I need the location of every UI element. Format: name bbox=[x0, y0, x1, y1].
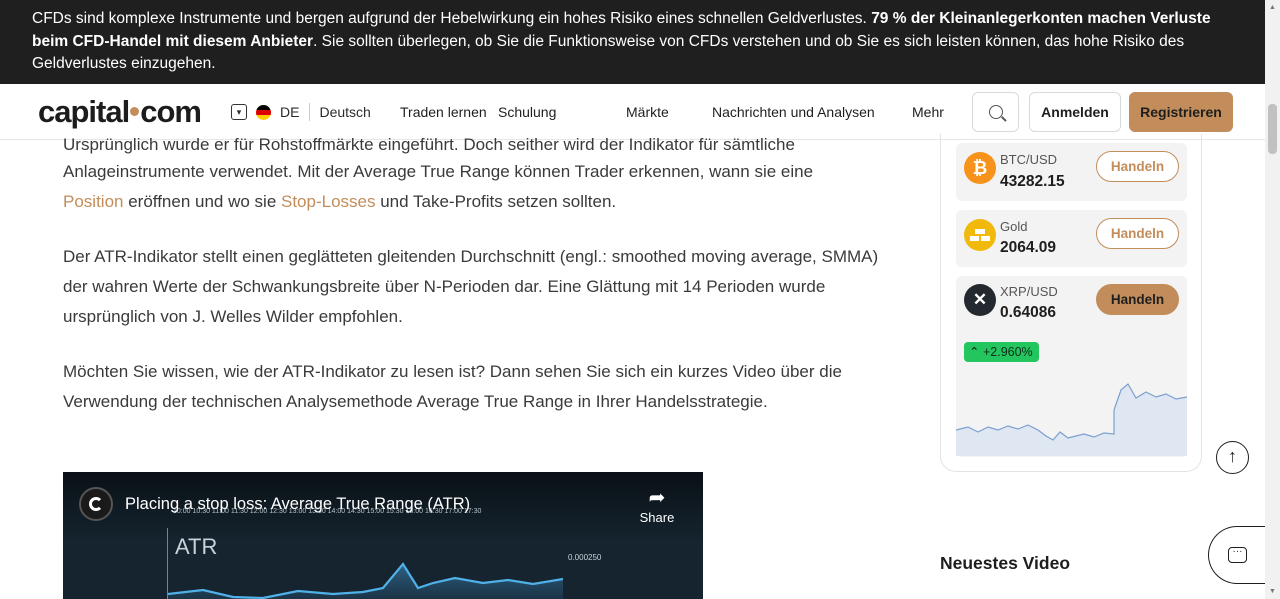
nav-traden-lernen[interactable]: Traden lernen bbox=[400, 104, 487, 120]
video-chart-label: ATR bbox=[175, 534, 218, 559]
search-icon-handle bbox=[1001, 116, 1007, 122]
language-selector[interactable]: ▾ DE Deutsch bbox=[231, 103, 371, 121]
market-price: 2064.09 bbox=[1000, 239, 1057, 256]
paragraph-text: Anlageinstrumente verwendet. Mit der Ave… bbox=[63, 162, 814, 181]
share-button[interactable]: ➦ Share bbox=[639, 486, 675, 525]
video-player[interactable]: 10:00 10:30 11:00 11:30 12:00 12:30 13:0… bbox=[63, 472, 703, 599]
market-name: BTC/USD bbox=[1000, 152, 1058, 167]
market-card-xrpusd[interactable]: ✕ XRP/USD 0.64086 Handeln ⌃ +2.960% bbox=[956, 276, 1187, 457]
risk-warning-banner: CFDs sind komplexe Instrumente und berge… bbox=[0, 0, 1265, 84]
trade-button-btcusd[interactable]: Handeln bbox=[1096, 151, 1179, 182]
logo-dot bbox=[130, 106, 140, 116]
video-title[interactable]: Placing a stop loss: Average True Range … bbox=[125, 495, 470, 514]
nav-maerkte[interactable]: Märkte bbox=[626, 104, 669, 120]
logo-text: com bbox=[140, 94, 202, 129]
share-icon: ➦ bbox=[648, 487, 666, 509]
article-clipped-line: Ursprünglich wurde er für Rohstoffmärkte… bbox=[63, 135, 795, 154]
scroll-up-icon[interactable]: ▲ bbox=[1269, 4, 1276, 11]
chat-icon: ··· bbox=[1228, 547, 1247, 563]
article-paragraph-1: Anlageinstrumente verwendet. Mit der Ave… bbox=[63, 157, 903, 217]
bitcoin-icon: ₿ bbox=[964, 152, 996, 184]
xrp-sparkline-chart bbox=[956, 383, 1187, 456]
gold-bars-icon bbox=[964, 219, 996, 251]
page-scrollbar[interactable]: ▲ ▼ bbox=[1265, 0, 1280, 599]
nav-schulung[interactable]: Schulung bbox=[498, 104, 556, 120]
link-position[interactable]: Position bbox=[63, 192, 123, 211]
risk-warning-text: CFDs sind komplexe Instrumente und berge… bbox=[32, 8, 1212, 76]
latest-video-heading: Neuestes Video bbox=[940, 553, 1071, 573]
trade-button-xrpusd[interactable]: Handeln bbox=[1096, 284, 1179, 315]
channel-logo-icon[interactable] bbox=[79, 487, 113, 521]
chevron-up-icon: ⌃ bbox=[969, 345, 980, 359]
trade-button-gold[interactable]: Handeln bbox=[1096, 218, 1179, 249]
price-change-value: +2.960% bbox=[982, 345, 1033, 359]
article-paragraph-2: Der ATR-Indikator stellt einen geglättet… bbox=[63, 247, 879, 326]
capital-com-logo[interactable]: capital com bbox=[38, 94, 202, 130]
market-card-gold[interactable]: Gold 2064.09 Handeln bbox=[956, 210, 1187, 267]
link-stop-losses[interactable]: Stop-Losses bbox=[281, 192, 376, 211]
nav-mehr[interactable]: Mehr bbox=[912, 104, 944, 120]
scrollbar-thumb[interactable] bbox=[1268, 104, 1277, 154]
market-card-btcusd[interactable]: ₿ BTC/USD 43282.15 Handeln bbox=[956, 143, 1187, 201]
video-chart-axis-value: 0.000250 bbox=[568, 553, 602, 562]
xrp-icon: ✕ bbox=[964, 284, 996, 316]
chat-button[interactable]: ··· bbox=[1208, 526, 1266, 584]
logo-text: capital bbox=[38, 94, 130, 129]
risk-text-part: CFDs sind komplexe Instrumente und berge… bbox=[32, 10, 872, 27]
market-price: 43282.15 bbox=[1000, 173, 1065, 190]
language-code: DE bbox=[280, 104, 300, 120]
germany-flag-icon bbox=[256, 104, 271, 120]
search-button[interactable] bbox=[972, 92, 1019, 132]
arrow-up-icon: ↑ bbox=[1228, 446, 1237, 466]
price-change-badge: ⌃ +2.960% bbox=[964, 342, 1039, 362]
divider bbox=[309, 103, 311, 121]
market-name: XRP/USD bbox=[1000, 284, 1058, 299]
article-paragraph-3: Möchten Sie wissen, wie der ATR-Indikato… bbox=[63, 362, 842, 411]
language-name: Deutsch bbox=[319, 104, 371, 120]
nav-nachrichten-und-analysen[interactable]: Nachrichten und Analysen bbox=[712, 104, 875, 120]
market-name: Gold bbox=[1000, 219, 1028, 234]
login-button[interactable]: Anmelden bbox=[1029, 92, 1121, 132]
scroll-down-icon[interactable]: ▼ bbox=[1269, 588, 1276, 595]
chevron-down-icon: ▾ bbox=[231, 104, 247, 120]
video-chart-axis bbox=[167, 528, 168, 599]
paragraph-text: und Take-Profits setzen sollten. bbox=[375, 192, 617, 211]
register-button[interactable]: Registrieren bbox=[1129, 92, 1233, 132]
market-price: 0.64086 bbox=[1000, 304, 1057, 321]
share-label: Share bbox=[639, 510, 675, 525]
paragraph-text: eröffnen und wo sie bbox=[123, 192, 281, 211]
scroll-to-top-button[interactable]: ↑ bbox=[1216, 441, 1249, 474]
